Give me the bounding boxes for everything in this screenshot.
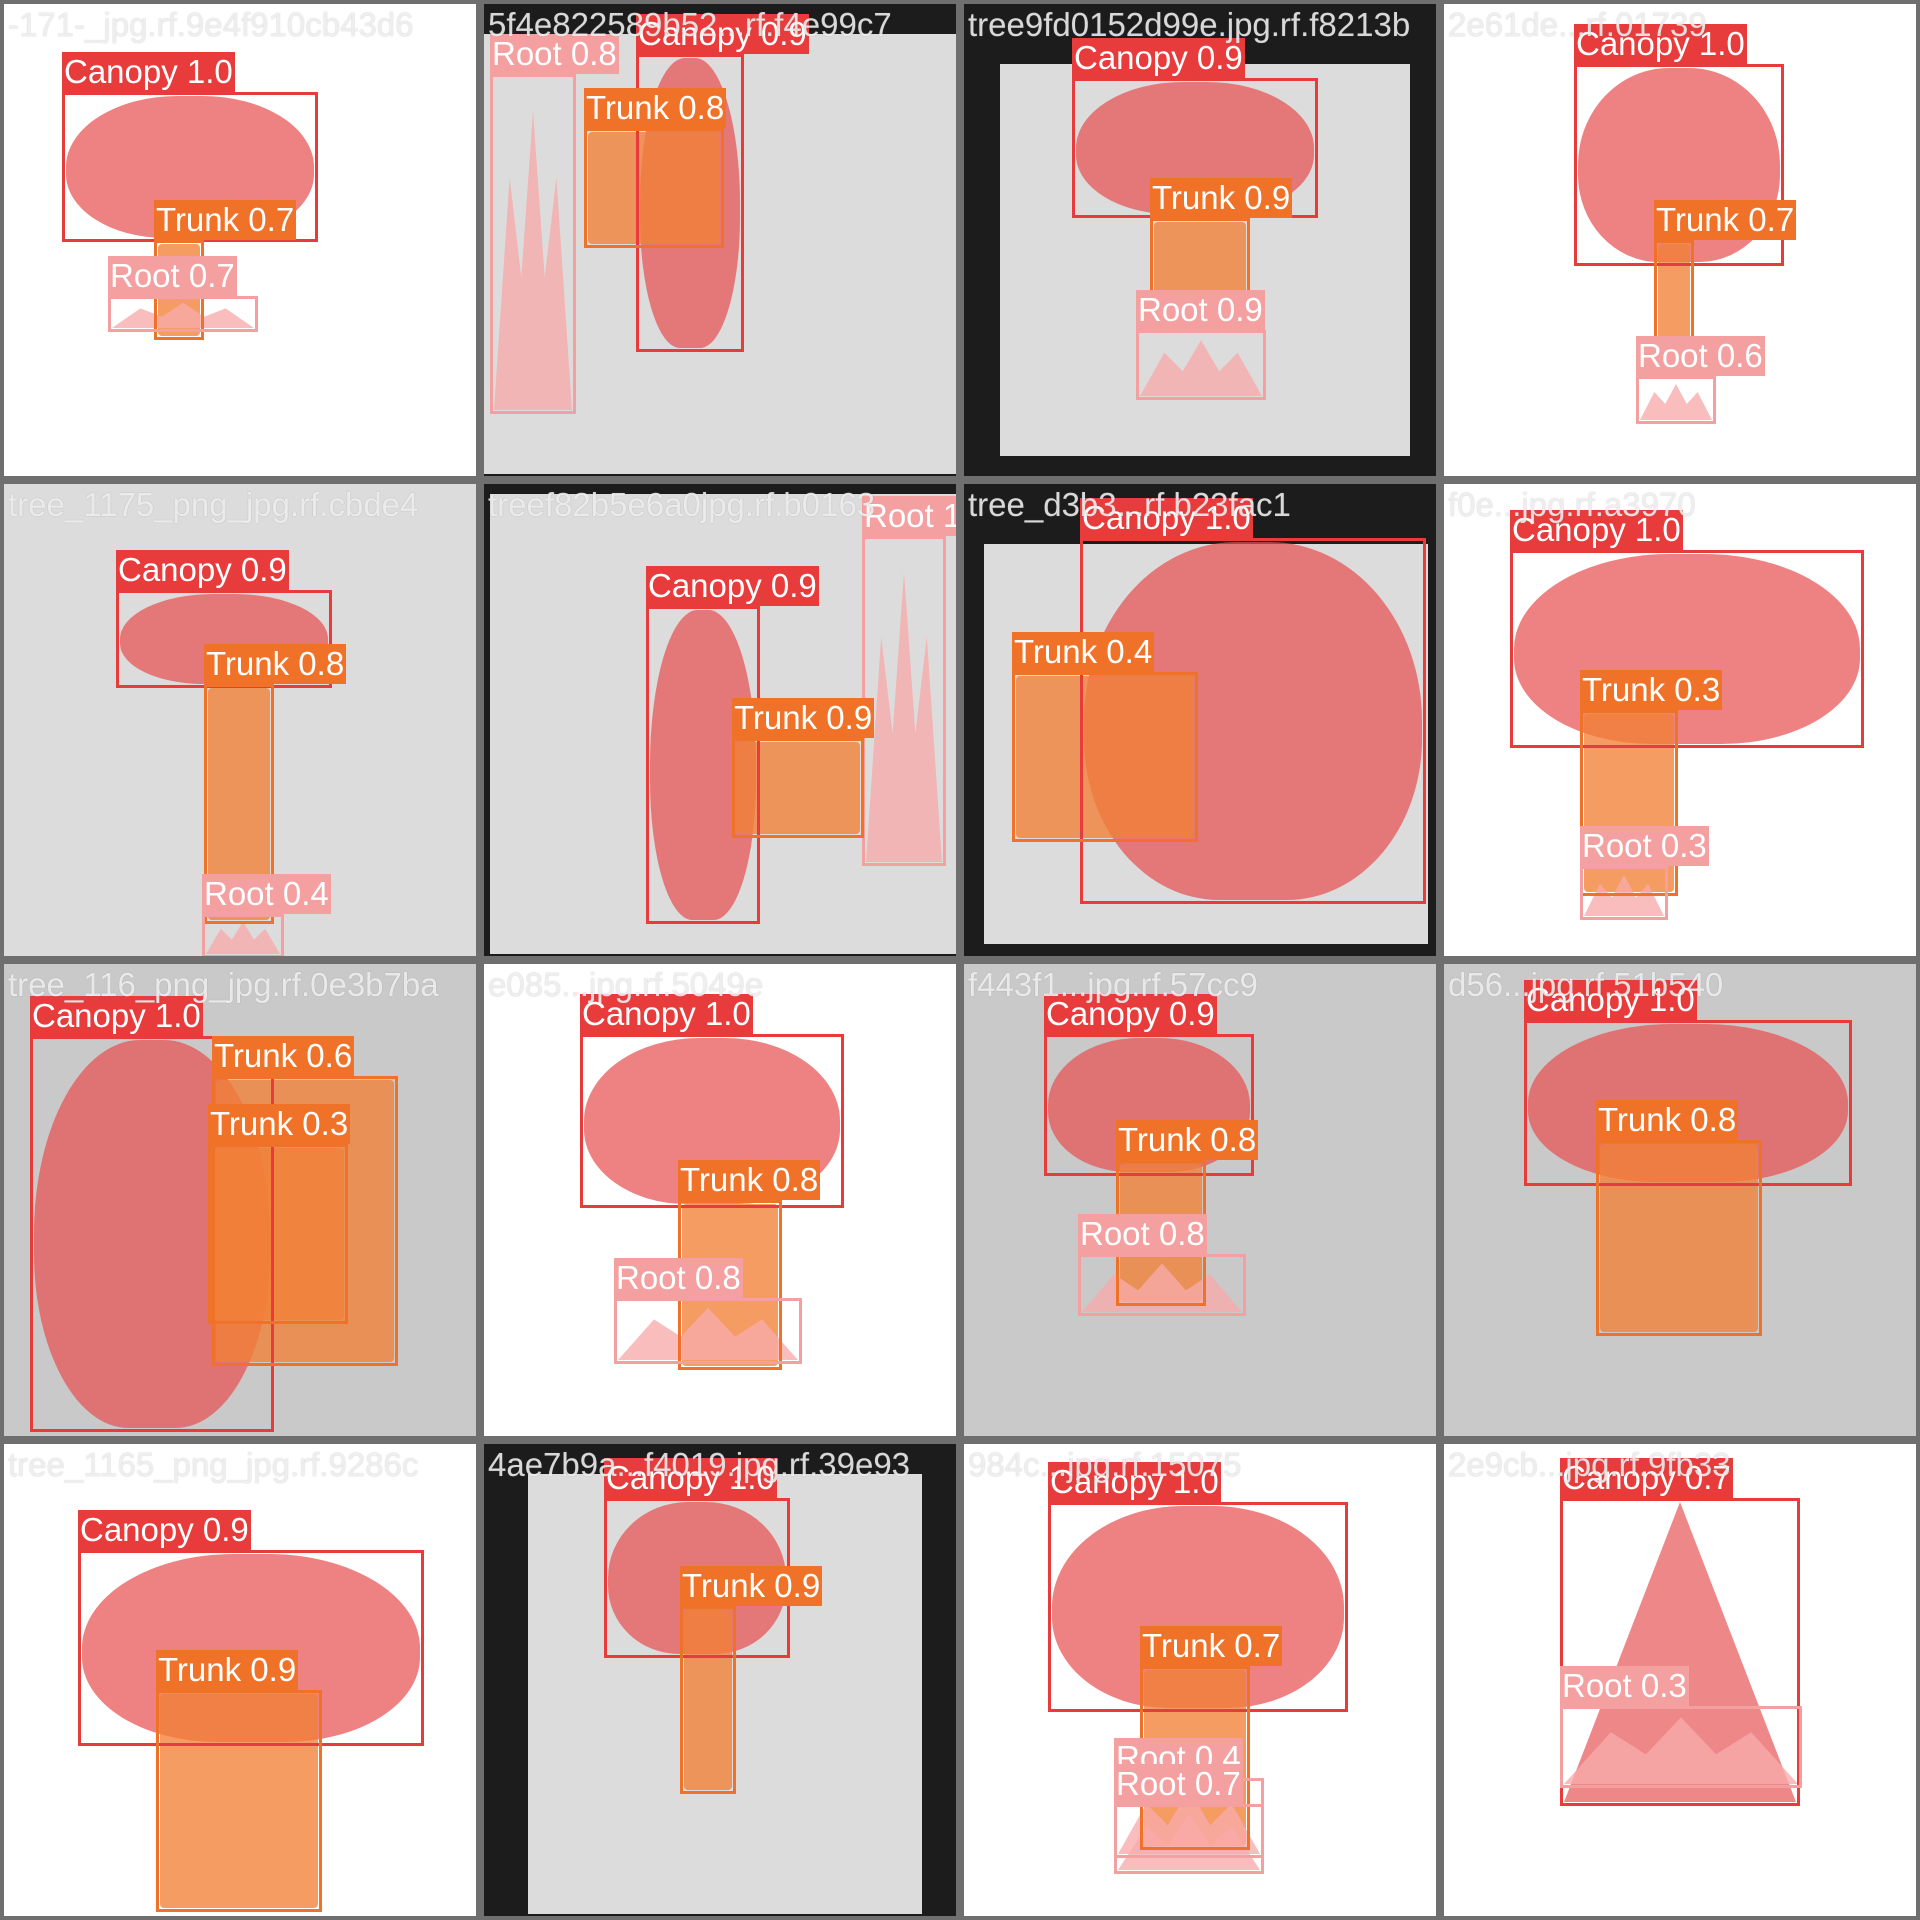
mosaic-tile: 4ae7b9a...f4019.jpg.rf.39e93 Canopy 1.0 Tr… xyxy=(480,1440,960,1920)
trunk-bounding-box xyxy=(584,128,724,248)
mosaic-tile: f443f1...jpg.rf.57cc9 Canopy 0.9 Trunk 0.8… xyxy=(960,960,1440,1440)
root-label: Root 0.8 xyxy=(1078,1214,1207,1254)
root-label: Root 0.4 xyxy=(202,874,331,914)
canopy-label: Canopy 0.9 xyxy=(78,1510,251,1550)
mosaic-tile: f0e...jpg.rf.a3970 Canopy 1.0 Trunk 0.3 Roo… xyxy=(1440,480,1920,960)
root-bounding-box xyxy=(862,536,946,866)
trunk-label: Trunk 0.8 xyxy=(1116,1120,1259,1160)
mosaic-tile: treef82b5e6a0jpg.rf.b0163Root 1.0Canopy … xyxy=(480,480,960,960)
mosaic-tile: tree_d3b3...rf.b23fac1 Canopy 1.0 Trunk 0.… xyxy=(960,480,1440,960)
root-bounding-box xyxy=(1560,1706,1802,1788)
mosaic-tile: e085...jpg.rf.5049e Canopy 1.0 Trunk 0.8 Ro… xyxy=(480,960,960,1440)
canopy-label: Canopy 0.9 xyxy=(1044,994,1217,1034)
root-bounding-box xyxy=(202,914,284,956)
trunk-label: Trunk 0.7 xyxy=(154,200,297,240)
trunk-label: Trunk 0.9 xyxy=(156,1650,299,1690)
mosaic-tile: 984c...jpg.rf.15075 Canopy 1.0 Trunk 0.7 Ro… xyxy=(960,1440,1440,1920)
mosaic-tile: 2e9cb...jpg.rf.9fb33 Canopy 0.7 Root 0.3 xyxy=(1440,1440,1920,1920)
canopy-label: Canopy 1.0 xyxy=(1048,1462,1221,1502)
trunk-label: Trunk 0.7 xyxy=(1140,1626,1283,1666)
mosaic-grid: -171-_jpg.rf.9e4f910cb43d6 Canopy 1.0 Trun… xyxy=(0,0,1920,1920)
canopy-label: Canopy 1.0 xyxy=(30,996,203,1036)
trunk-label: Trunk 0.7 xyxy=(1654,200,1797,240)
trunk-label: Trunk 0.9 xyxy=(732,698,875,738)
trunk-label: Trunk 0.8 xyxy=(204,644,347,684)
trunk-label: Trunk 0.3 xyxy=(208,1104,351,1144)
canopy-label: Canopy 0.9 xyxy=(636,14,809,54)
root-bounding-box xyxy=(490,74,576,414)
mosaic-tile: tree9fd0152d99e.jpg.rf.f8213b Canopy 0.9 T… xyxy=(960,0,1440,480)
root-label: Root 0.3 xyxy=(1560,1666,1689,1706)
canopy-label: Canopy 1.0 xyxy=(1510,510,1683,550)
canopy-bounding-box xyxy=(1510,550,1864,748)
mosaic-tile: 2e61de...rf.01739 Canopy 1.0 Trunk 0.7 Root… xyxy=(1440,0,1920,480)
canopy-label: Canopy 0.7 xyxy=(1560,1458,1733,1498)
canopy-label: Canopy 0.9 xyxy=(646,566,819,606)
mosaic-tile: -171-_jpg.rf.9e4f910cb43d6 Canopy 1.0 Trun… xyxy=(0,0,480,480)
trunk-bounding-box xyxy=(1654,240,1694,350)
root-label: Root 0.9 xyxy=(1136,290,1265,330)
mosaic-tile: 5f4e822589b52...rf.f4e99c7 Canopy 0.9 Root… xyxy=(480,0,960,480)
canopy-label: Canopy 1.0 xyxy=(580,994,753,1034)
trunk-label: Trunk 0.6 xyxy=(212,1036,355,1076)
root-bounding-box xyxy=(1580,866,1668,920)
trunk-label: Trunk 0.8 xyxy=(678,1160,821,1200)
trunk-label: Trunk 0.3 xyxy=(1580,670,1723,710)
trunk-bounding-box xyxy=(1596,1140,1762,1336)
root-label: Root 0.3 xyxy=(1580,826,1709,866)
mosaic-tile: tree_1175_png_jpg.rf.cbde4 Canopy 0.9 Trun… xyxy=(0,480,480,960)
root-label: Root 0.7 xyxy=(108,256,237,296)
canopy-label: Canopy 0.9 xyxy=(1072,38,1245,78)
mosaic-tile: d56...jpg.rf.51b540 Canopy 1.0 Trunk 0.8 xyxy=(1440,960,1920,1440)
canopy-label: Canopy 1.0 xyxy=(1080,498,1253,538)
canopy-label: Canopy 1.0 xyxy=(604,1458,777,1498)
trunk-label: Trunk 0.9 xyxy=(680,1566,823,1606)
root-label: Root 0.7 xyxy=(1114,1764,1243,1804)
trunk-label: Trunk 0.4 xyxy=(1012,632,1155,672)
canopy-label: Canopy 0.9 xyxy=(116,550,289,590)
root-label: Root 0.6 xyxy=(1636,336,1765,376)
root-label: Root 0.8 xyxy=(490,34,619,74)
trunk-bounding-box xyxy=(732,738,864,838)
root-bounding-box xyxy=(1078,1254,1246,1316)
trunk-bounding-box xyxy=(680,1606,736,1794)
canopy-label: Canopy 1.0 xyxy=(62,52,235,92)
root-bounding-box xyxy=(1636,376,1716,424)
root-bounding-box xyxy=(1136,330,1266,400)
root-bounding-box xyxy=(108,296,258,332)
trunk-bounding-box xyxy=(156,1690,322,1912)
root-label: Root 0.8 xyxy=(614,1258,743,1298)
mosaic-tile: tree_1165_png_jpg.rf.9286c Canopy 0.9 Trun… xyxy=(0,1440,480,1920)
canopy-label: Canopy 1.0 xyxy=(1524,980,1697,1020)
trunk-label: Trunk 0.8 xyxy=(584,88,727,128)
trunk-label: Trunk 0.8 xyxy=(1596,1100,1739,1140)
root-label: Root 1.0 xyxy=(862,496,956,536)
trunk-bounding-box xyxy=(1012,672,1198,842)
root-bounding-box xyxy=(1114,1804,1264,1874)
root-bounding-box xyxy=(614,1298,802,1364)
mosaic-tile: tree_116_png_jpg.rf.0e3b7ba Canopy 1.0 Tru… xyxy=(0,960,480,1440)
canopy-label: Canopy 1.0 xyxy=(1574,24,1747,64)
trunk-bounding-box xyxy=(208,1144,348,1324)
trunk-label: Trunk 0.9 xyxy=(1150,178,1293,218)
